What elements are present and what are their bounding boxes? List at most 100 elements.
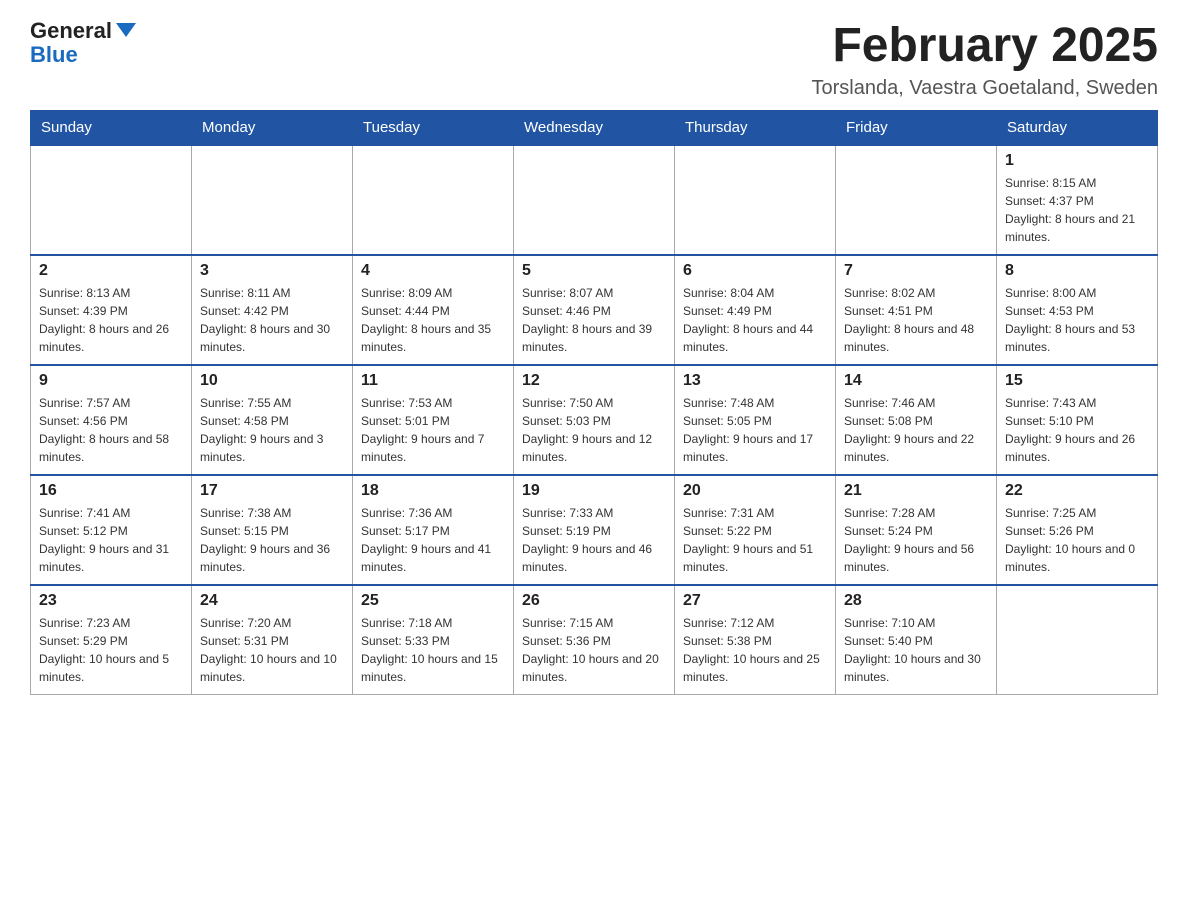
day-number: 19 — [522, 482, 666, 500]
day-info: Sunrise: 7:50 AMSunset: 5:03 PMDaylight:… — [522, 394, 666, 466]
day-info: Sunrise: 8:13 AMSunset: 4:39 PMDaylight:… — [39, 284, 183, 356]
day-number: 2 — [39, 262, 183, 280]
month-title: February 2025 — [811, 20, 1158, 73]
title-section: February 2025 Torslanda, Vaestra Goetala… — [811, 20, 1158, 100]
day-header-thursday: Thursday — [675, 110, 836, 145]
day-info: Sunrise: 8:15 AMSunset: 4:37 PMDaylight:… — [1005, 174, 1149, 246]
day-info: Sunrise: 7:38 AMSunset: 5:15 PMDaylight:… — [200, 504, 344, 576]
logo: General Blue — [30, 20, 136, 68]
calendar-cell: 22 Sunrise: 7:25 AMSunset: 5:26 PMDayligh… — [997, 475, 1158, 585]
calendar-cell: 4 Sunrise: 8:09 AMSunset: 4:44 PMDaylight… — [353, 255, 514, 365]
day-info: Sunrise: 7:57 AMSunset: 4:56 PMDaylight:… — [39, 394, 183, 466]
calendar-cell: 10 Sunrise: 7:55 AMSunset: 4:58 PMDayligh… — [192, 365, 353, 475]
calendar-cell: 23 Sunrise: 7:23 AMSunset: 5:29 PMDayligh… — [31, 585, 192, 695]
calendar-cell: 7 Sunrise: 8:02 AMSunset: 4:51 PMDaylight… — [836, 255, 997, 365]
calendar-cell — [192, 145, 353, 255]
day-number: 17 — [200, 482, 344, 500]
day-info: Sunrise: 8:02 AMSunset: 4:51 PMDaylight:… — [844, 284, 988, 356]
day-info: Sunrise: 7:10 AMSunset: 5:40 PMDaylight:… — [844, 614, 988, 686]
day-number: 27 — [683, 592, 827, 610]
day-info: Sunrise: 8:09 AMSunset: 4:44 PMDaylight:… — [361, 284, 505, 356]
day-header-saturday: Saturday — [997, 110, 1158, 145]
calendar-cell: 16 Sunrise: 7:41 AMSunset: 5:12 PMDayligh… — [31, 475, 192, 585]
day-info: Sunrise: 7:23 AMSunset: 5:29 PMDaylight:… — [39, 614, 183, 686]
day-info: Sunrise: 8:00 AMSunset: 4:53 PMDaylight:… — [1005, 284, 1149, 356]
day-number: 4 — [361, 262, 505, 280]
day-info: Sunrise: 7:43 AMSunset: 5:10 PMDaylight:… — [1005, 394, 1149, 466]
day-number: 20 — [683, 482, 827, 500]
day-number: 7 — [844, 262, 988, 280]
day-info: Sunrise: 7:31 AMSunset: 5:22 PMDaylight:… — [683, 504, 827, 576]
day-info: Sunrise: 7:20 AMSunset: 5:31 PMDaylight:… — [200, 614, 344, 686]
day-number: 15 — [1005, 372, 1149, 390]
calendar-cell: 20 Sunrise: 7:31 AMSunset: 5:22 PMDayligh… — [675, 475, 836, 585]
day-info: Sunrise: 7:53 AMSunset: 5:01 PMDaylight:… — [361, 394, 505, 466]
calendar-table: SundayMondayTuesdayWednesdayThursdayFrid… — [30, 110, 1158, 696]
day-number: 24 — [200, 592, 344, 610]
calendar-cell — [997, 585, 1158, 695]
day-number: 1 — [1005, 152, 1149, 170]
day-number: 10 — [200, 372, 344, 390]
day-info: Sunrise: 7:28 AMSunset: 5:24 PMDaylight:… — [844, 504, 988, 576]
calendar-cell: 11 Sunrise: 7:53 AMSunset: 5:01 PMDayligh… — [353, 365, 514, 475]
calendar-cell: 21 Sunrise: 7:28 AMSunset: 5:24 PMDayligh… — [836, 475, 997, 585]
calendar-cell: 19Sunrise: 7:33 AMSunset: 5:19 PMDayligh… — [514, 475, 675, 585]
calendar-cell: 5Sunrise: 8:07 AMSunset: 4:46 PMDaylight… — [514, 255, 675, 365]
day-number: 16 — [39, 482, 183, 500]
calendar-cell: 2 Sunrise: 8:13 AMSunset: 4:39 PMDaylight… — [31, 255, 192, 365]
day-info: Sunrise: 8:04 AMSunset: 4:49 PMDaylight:… — [683, 284, 827, 356]
calendar-week-3: 9 Sunrise: 7:57 AMSunset: 4:56 PMDaylight… — [31, 365, 1158, 475]
calendar-cell: 14 Sunrise: 7:46 AMSunset: 5:08 PMDayligh… — [836, 365, 997, 475]
logo-triangle-icon — [116, 23, 136, 37]
day-header-friday: Friday — [836, 110, 997, 145]
day-number: 18 — [361, 482, 505, 500]
day-info: Sunrise: 7:48 AMSunset: 5:05 PMDaylight:… — [683, 394, 827, 466]
calendar-cell: 3 Sunrise: 8:11 AMSunset: 4:42 PMDaylight… — [192, 255, 353, 365]
day-info: Sunrise: 7:15 AMSunset: 5:36 PMDaylight:… — [522, 614, 666, 686]
calendar-week-1: 1 Sunrise: 8:15 AMSunset: 4:37 PMDaylight… — [31, 145, 1158, 255]
calendar-cell: 18 Sunrise: 7:36 AMSunset: 5:17 PMDayligh… — [353, 475, 514, 585]
day-number: 21 — [844, 482, 988, 500]
day-info: Sunrise: 7:46 AMSunset: 5:08 PMDaylight:… — [844, 394, 988, 466]
day-info: Sunrise: 8:11 AMSunset: 4:42 PMDaylight:… — [200, 284, 344, 356]
calendar-week-2: 2 Sunrise: 8:13 AMSunset: 4:39 PMDaylight… — [31, 255, 1158, 365]
day-number: 14 — [844, 372, 988, 390]
calendar-cell: 28 Sunrise: 7:10 AMSunset: 5:40 PMDayligh… — [836, 585, 997, 695]
day-number: 28 — [844, 592, 988, 610]
calendar-cell: 27Sunrise: 7:12 AMSunset: 5:38 PMDayligh… — [675, 585, 836, 695]
calendar-cell — [353, 145, 514, 255]
day-number: 12 — [522, 372, 666, 390]
day-number: 23 — [39, 592, 183, 610]
calendar-cell: 8Sunrise: 8:00 AMSunset: 4:53 PMDaylight… — [997, 255, 1158, 365]
day-number: 11 — [361, 372, 505, 390]
day-number: 26 — [522, 592, 666, 610]
day-info: Sunrise: 7:18 AMSunset: 5:33 PMDaylight:… — [361, 614, 505, 686]
location-text: Torslanda, Vaestra Goetaland, Sweden — [811, 77, 1158, 100]
day-number: 25 — [361, 592, 505, 610]
logo-blue-text: Blue — [30, 42, 78, 68]
day-info: Sunrise: 7:41 AMSunset: 5:12 PMDaylight:… — [39, 504, 183, 576]
day-number: 6 — [683, 262, 827, 280]
page-header: General Blue February 2025 Torslanda, Va… — [30, 20, 1158, 100]
calendar-cell: 26 Sunrise: 7:15 AMSunset: 5:36 PMDayligh… — [514, 585, 675, 695]
calendar-cell — [836, 145, 997, 255]
calendar-cell: 24 Sunrise: 7:20 AMSunset: 5:31 PMDayligh… — [192, 585, 353, 695]
calendar-cell: 25 Sunrise: 7:18 AMSunset: 5:33 PMDayligh… — [353, 585, 514, 695]
calendar-cell: 17 Sunrise: 7:38 AMSunset: 5:15 PMDayligh… — [192, 475, 353, 585]
day-info: Sunrise: 7:25 AMSunset: 5:26 PMDaylight:… — [1005, 504, 1149, 576]
day-header-wednesday: Wednesday — [514, 110, 675, 145]
day-info: Sunrise: 7:55 AMSunset: 4:58 PMDaylight:… — [200, 394, 344, 466]
logo-general-text: General — [30, 20, 112, 42]
day-info: Sunrise: 7:36 AMSunset: 5:17 PMDaylight:… — [361, 504, 505, 576]
calendar-cell: 1 Sunrise: 8:15 AMSunset: 4:37 PMDaylight… — [997, 145, 1158, 255]
day-number: 22 — [1005, 482, 1149, 500]
day-number: 5 — [522, 262, 666, 280]
day-header-tuesday: Tuesday — [353, 110, 514, 145]
day-header-sunday: Sunday — [31, 110, 192, 145]
day-number: 13 — [683, 372, 827, 390]
day-number: 3 — [200, 262, 344, 280]
calendar-cell — [675, 145, 836, 255]
calendar-cell — [514, 145, 675, 255]
calendar-cell: 13 Sunrise: 7:48 AMSunset: 5:05 PMDayligh… — [675, 365, 836, 475]
day-number: 9 — [39, 372, 183, 390]
